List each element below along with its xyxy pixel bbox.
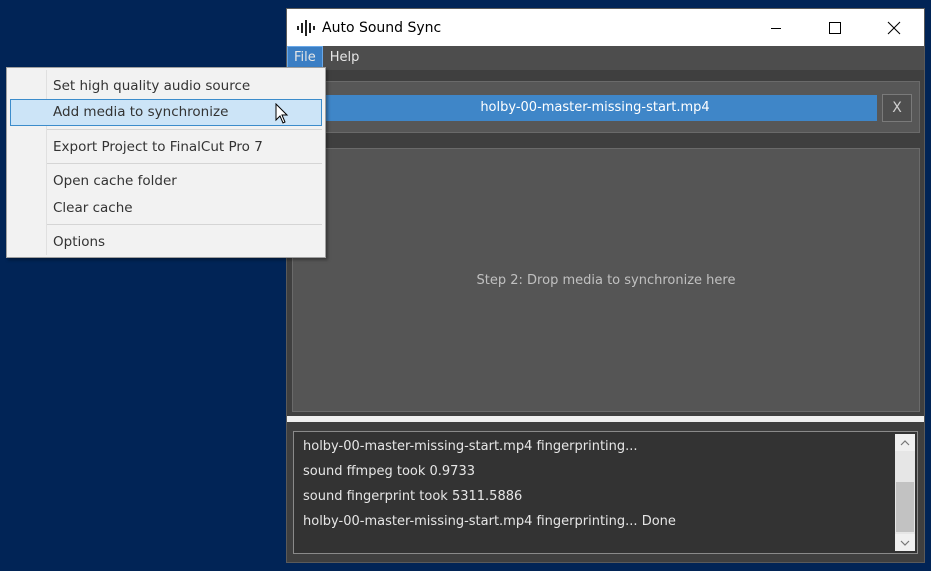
minimize-button[interactable] — [753, 9, 799, 46]
log-line: sound fingerprint took 5311.5886 — [303, 489, 523, 504]
menu-bar: File Help — [287, 46, 924, 70]
scroll-up-button[interactable] — [895, 434, 915, 451]
source-file-name[interactable]: holby-00-master-missing-start.mp4 — [313, 95, 877, 121]
menu-separator — [47, 163, 322, 164]
log-line: holby-00-master-missing-start.mp4 finger… — [303, 514, 676, 529]
menu-item-options[interactable]: Options — [10, 229, 322, 256]
drop-zone-text: Step 2: Drop media to synchronize here — [476, 272, 736, 288]
audio-wave-icon — [296, 19, 316, 36]
title-bar[interactable]: Auto Sound Sync — [287, 9, 924, 46]
log-panel: holby-00-master-missing-start.mp4 finger… — [293, 431, 918, 554]
menu-item-label: Export Project to FinalCut Pro 7 — [53, 139, 263, 155]
log-line: holby-00-master-missing-start.mp4 finger… — [303, 439, 638, 454]
file-menu-dropdown: Set high quality audio source Add media … — [6, 67, 326, 258]
menu-item-label: Open cache folder — [53, 173, 177, 189]
pane-splitter[interactable] — [287, 416, 924, 422]
scroll-down-button[interactable] — [895, 534, 915, 551]
close-button[interactable] — [871, 9, 917, 46]
menu-separator — [47, 129, 322, 130]
remove-source-button[interactable]: X — [882, 94, 912, 122]
close-icon — [887, 21, 901, 34]
maximize-button[interactable] — [812, 9, 858, 46]
minimize-icon — [771, 27, 781, 29]
menu-item-label: Add media to synchronize — [53, 104, 229, 120]
menu-help[interactable]: Help — [323, 46, 367, 70]
maximize-icon — [829, 21, 841, 34]
log-line: sound ffmpeg took 0.9733 — [303, 464, 475, 479]
source-file-row: holby-00-master-missing-start.mp4 X — [292, 81, 920, 133]
menu-item-label: Set high quality audio source — [53, 78, 251, 94]
menu-separator — [47, 224, 322, 225]
menu-item-label: Clear cache — [53, 200, 133, 216]
log-scrollbar[interactable] — [895, 434, 915, 551]
menu-item-label: Options — [53, 234, 106, 250]
media-drop-zone[interactable]: Step 2: Drop media to synchronize here — [292, 148, 920, 412]
menu-item-export-fcp7[interactable]: Export Project to FinalCut Pro 7 — [10, 134, 322, 161]
mouse-cursor-icon — [275, 103, 289, 124]
app-window: Auto Sound Sync File Help holby-00-maste… — [286, 8, 925, 563]
chevron-up-icon — [900, 439, 910, 445]
menu-item-clear-cache[interactable]: Clear cache — [10, 195, 322, 222]
menu-item-open-cache[interactable]: Open cache folder — [10, 168, 322, 195]
chevron-down-icon — [900, 540, 910, 546]
scroll-thumb[interactable] — [896, 482, 914, 532]
menu-item-set-hq-audio[interactable]: Set high quality audio source — [10, 73, 322, 100]
window-title: Auto Sound Sync — [322, 19, 442, 36]
